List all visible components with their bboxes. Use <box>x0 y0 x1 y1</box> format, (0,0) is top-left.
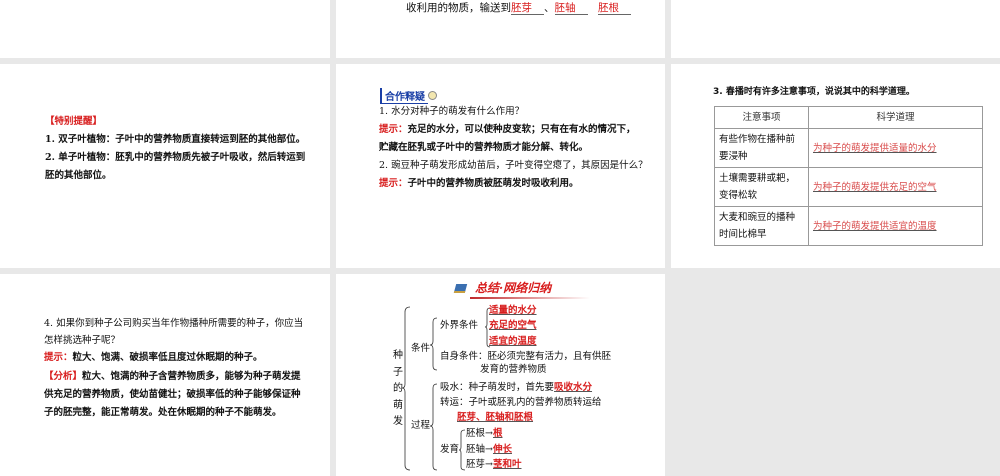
conditions-label: 条件 <box>411 343 431 354</box>
external-label: 外界条件 <box>440 320 479 331</box>
external-item: 适宜的温度 <box>489 336 537 347</box>
absorb-line: 吸水：种子萌发时，首先要吸收水分 <box>440 382 593 393</box>
self-condition: 自身条件：胚必须完整有活力，且有供胚 <box>440 351 612 362</box>
self-condition-cont: 发育的营养物质 <box>480 364 547 375</box>
develop-item: 胚轴→伸长 <box>466 444 512 455</box>
external-item: 适量的水分 <box>489 305 537 316</box>
develop-label: 发育 <box>440 444 460 455</box>
process-label: 过程 <box>411 420 431 431</box>
develop-item: 胚芽→茎和叶 <box>466 459 522 470</box>
external-item: 充足的空气 <box>489 320 537 331</box>
transport-line: 转运：子叶或胚乳内的营养物质转运给 <box>440 397 602 408</box>
transport-answer: 胚芽、胚轴和胚根 <box>457 412 534 423</box>
develop-item: 胚根→根 <box>466 428 503 439</box>
